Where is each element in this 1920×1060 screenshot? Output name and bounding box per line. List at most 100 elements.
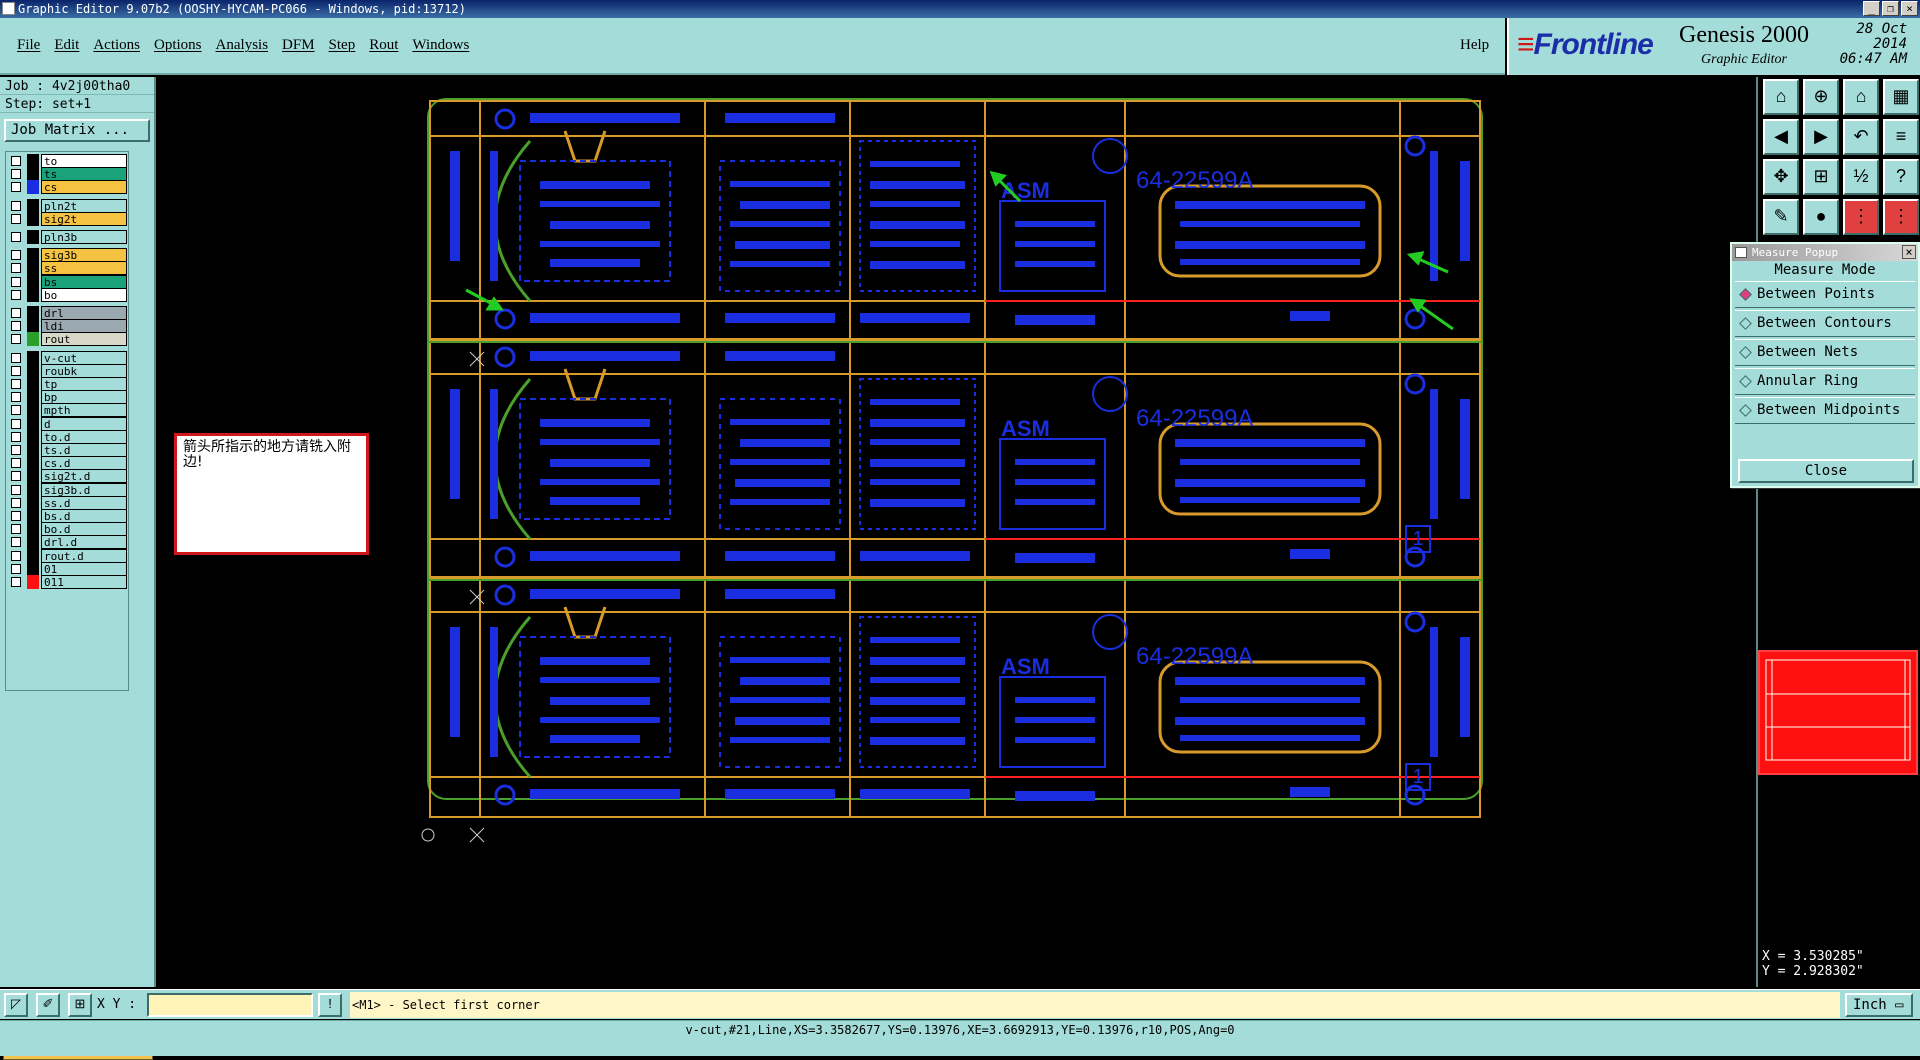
layer-row[interactable]: roubk xyxy=(8,363,128,378)
layer-row[interactable]: sig3b.d xyxy=(8,482,128,497)
layer-row[interactable]: 011 xyxy=(8,575,128,589)
layer-checkbox[interactable] xyxy=(11,263,21,274)
select-mode-icon[interactable]: ◸ xyxy=(4,993,28,1017)
layer-row[interactable]: ts xyxy=(8,167,128,182)
menu-rout[interactable]: Rout xyxy=(362,37,405,54)
graphic-canvas[interactable]: ASM 64-22599A ASM 64-22599A ASM 64-22599… xyxy=(158,77,1754,987)
layer-checkbox[interactable] xyxy=(11,577,21,587)
layer-checkbox[interactable] xyxy=(11,392,21,403)
fit-screen-icon[interactable]: ✥ xyxy=(1763,159,1799,195)
layer-checkbox[interactable] xyxy=(11,250,21,261)
layer-row[interactable]: cs xyxy=(8,180,128,195)
unit-selector[interactable]: Inch ▭ xyxy=(1845,993,1913,1017)
layer-row[interactable]: pln2t xyxy=(8,198,128,213)
layer-checkbox[interactable] xyxy=(11,537,21,548)
layer-checkbox[interactable] xyxy=(11,200,21,211)
minimize-button[interactable]: _ xyxy=(1863,1,1880,16)
fit-step-icon[interactable]: ⊞ xyxy=(1803,159,1839,195)
layer-checkbox[interactable] xyxy=(11,232,21,242)
layer-checkbox[interactable] xyxy=(11,445,21,455)
layer-row[interactable]: bo xyxy=(8,287,128,302)
layer-checkbox[interactable] xyxy=(11,365,21,376)
layer-checkbox[interactable] xyxy=(11,418,21,429)
layer-checkbox[interactable] xyxy=(11,289,21,300)
overview-map[interactable] xyxy=(1758,650,1918,775)
menu-options[interactable]: Options xyxy=(147,37,209,54)
layer-row[interactable]: ss.d xyxy=(8,495,128,510)
layer-checkbox[interactable] xyxy=(11,334,21,345)
xy-input[interactable] xyxy=(147,993,313,1017)
mode-between-points[interactable]: Between Points xyxy=(1735,281,1915,308)
layer-row[interactable]: pln3b xyxy=(8,230,128,244)
alert-icon[interactable]: ! xyxy=(318,993,342,1017)
layer-row[interactable]: mpth xyxy=(8,403,128,418)
layer-row[interactable]: to xyxy=(8,154,128,168)
layer-row[interactable]: ldi xyxy=(8,319,128,334)
layer-checkbox[interactable] xyxy=(11,431,21,442)
highlight-icon[interactable]: ● xyxy=(1803,199,1839,235)
close-window-button[interactable]: × xyxy=(1901,1,1918,16)
layer-row[interactable]: v-cut xyxy=(8,350,128,365)
layer-checkbox[interactable] xyxy=(11,156,21,166)
mode-annular-ring[interactable]: Annular Ring xyxy=(1735,368,1915,395)
layer-row[interactable]: ts.d xyxy=(8,443,128,457)
layer-row[interactable]: sig2t.d xyxy=(8,469,128,484)
layer-checkbox[interactable] xyxy=(11,405,21,416)
layer-row[interactable]: rout xyxy=(8,332,128,347)
job-matrix-button[interactable]: Job Matrix ... xyxy=(4,119,150,142)
snap-icon[interactable]: ≡ xyxy=(1883,119,1919,155)
layer-checkbox[interactable] xyxy=(11,471,21,482)
zoom-home-icon[interactable]: ⌂ xyxy=(1763,79,1799,115)
measure-icon[interactable]: ✎ xyxy=(1763,199,1799,235)
layer-row[interactable]: rout.d xyxy=(8,548,128,563)
pan-left-icon[interactable]: ◀ xyxy=(1763,119,1799,155)
layer-row[interactable]: to.d xyxy=(8,429,128,444)
zoom-home-button-icon[interactable]: ⌂ xyxy=(1843,79,1879,115)
layer-checkbox[interactable] xyxy=(11,182,21,193)
menu-edit[interactable]: Edit xyxy=(47,37,86,54)
layer-checkbox[interactable] xyxy=(11,484,21,495)
layer-row[interactable]: bp xyxy=(8,390,128,405)
layer-checkbox[interactable] xyxy=(11,550,21,561)
layer-row[interactable]: sig3b xyxy=(8,248,128,263)
layer-checkbox[interactable] xyxy=(11,524,21,535)
layer-checkbox[interactable] xyxy=(11,213,21,224)
layer-checkbox[interactable] xyxy=(11,276,21,287)
undo-icon[interactable]: ↶ xyxy=(1843,119,1879,155)
layer-row[interactable]: d xyxy=(8,416,128,431)
layer-checkbox[interactable] xyxy=(11,563,21,574)
menu-step[interactable]: Step xyxy=(322,37,363,54)
layer-checkbox[interactable] xyxy=(11,308,21,318)
close-popup-icon[interactable]: × xyxy=(1902,245,1916,259)
mode-between-nets[interactable]: Between Nets xyxy=(1735,339,1915,366)
layer-checkbox[interactable] xyxy=(11,169,21,180)
help-icon[interactable]: ? xyxy=(1883,159,1919,195)
layer-row[interactable]: drl.d xyxy=(8,535,128,550)
layer-toggle-icon[interactable]: ⋮ xyxy=(1843,199,1879,235)
layer-compare-icon[interactable]: ⋮ xyxy=(1883,199,1919,235)
layer-checkbox[interactable] xyxy=(11,321,21,332)
menu-actions[interactable]: Actions xyxy=(86,37,147,54)
menu-dfm[interactable]: DFM xyxy=(275,37,322,54)
layer-checkbox[interactable] xyxy=(11,352,21,363)
zoom-in-icon[interactable]: ⊕ xyxy=(1803,79,1839,115)
measure-close-button[interactable]: Close xyxy=(1738,459,1914,483)
layer-row[interactable]: drl xyxy=(8,306,128,320)
snap-grid-icon[interactable]: ⊞ xyxy=(68,993,92,1017)
draw-mode-icon[interactable]: ✐ xyxy=(36,993,60,1017)
layer-checkbox[interactable] xyxy=(11,379,21,389)
layer-checkbox[interactable] xyxy=(11,511,21,521)
menu-file[interactable]: File xyxy=(10,37,47,54)
layer-row[interactable]: bs.d xyxy=(8,509,128,523)
menu-help[interactable]: Help xyxy=(1460,37,1489,54)
pan-right-icon[interactable]: ▶ xyxy=(1803,119,1839,155)
layer-row[interactable]: tp xyxy=(8,377,128,391)
mode-between-contours[interactable]: Between Contours xyxy=(1735,310,1915,337)
scale-icon[interactable]: ½ xyxy=(1843,159,1879,195)
layer-row[interactable]: sig2t xyxy=(8,211,128,226)
layer-checkbox[interactable] xyxy=(11,458,21,469)
layer-row[interactable]: bs xyxy=(8,274,128,289)
layer-row[interactable]: bo.d xyxy=(8,522,128,537)
menu-analysis[interactable]: Analysis xyxy=(209,37,276,54)
mode-between-midpoints[interactable]: Between Midpoints xyxy=(1735,397,1915,424)
